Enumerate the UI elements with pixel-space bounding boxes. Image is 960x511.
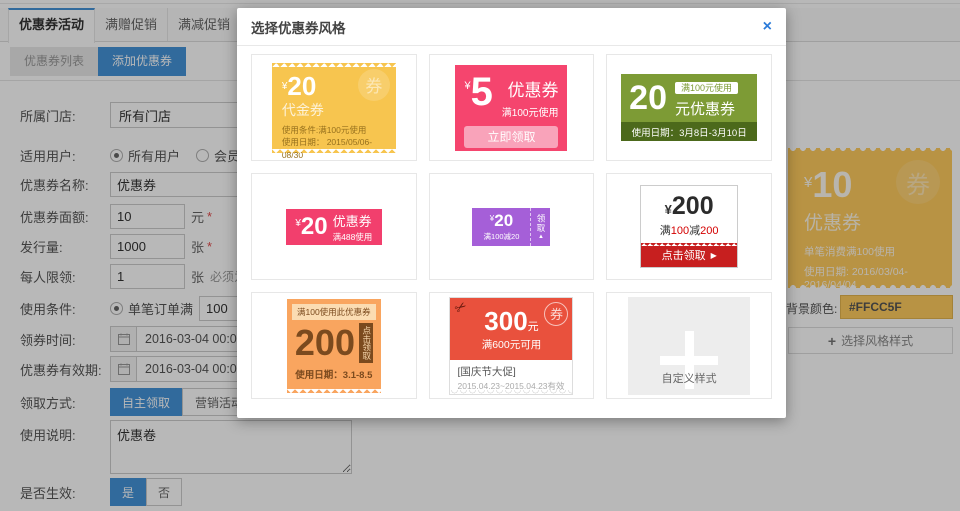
promo-tag: [国庆节大促] <box>457 364 565 379</box>
coupon-condition: 满488使用 <box>333 231 373 243</box>
coupon-style-modal: 选择优惠券风格 × ¥20 代金券 使用条件:满100元使用 使用日期： 201… <box>237 8 786 418</box>
coupon-condition: 满100使用此优惠券 <box>292 304 376 320</box>
modal-header: 选择优惠券风格 × <box>237 8 786 46</box>
coupon-type-label: 优惠券 <box>333 211 373 230</box>
coupon-style-cell-1[interactable]: ¥20 代金券 使用条件:满100元使用 使用日期： 2015/05/06-08… <box>251 54 417 161</box>
coupon-style-cell-7[interactable]: 满100使用此优惠券 200 点击领取 使用日期：3.1-8.5 <box>251 292 417 399</box>
coupon-info: [国庆节大促] 2015.04.23~2015.04.23有效 <box>450 360 572 392</box>
coupon-white-red: ¥200 满100减200 点击领取 ▶ <box>640 185 738 268</box>
currency-symbol: ¥ <box>665 202 672 217</box>
click-claim-button[interactable]: 点击领取 ▶ <box>641 243 737 267</box>
amount-value: 5 <box>471 70 493 114</box>
coupon-body: 20 满100元使用 元优惠券 <box>621 74 757 122</box>
condition-number: 200 <box>700 225 718 237</box>
scallop-edge <box>450 390 572 395</box>
coupon-amount: ¥20 <box>295 213 327 241</box>
coupon-style-grid: ¥20 代金券 使用条件:满100元使用 使用日期： 2015/05/06-08… <box>237 46 786 407</box>
coupon-condition: 使用条件:满100元使用 <box>282 124 386 137</box>
coupon-info: 满100元使用 元优惠券 <box>675 78 738 119</box>
zigzag-edge <box>272 149 396 153</box>
coupon-condition: 满100减200 <box>641 222 737 238</box>
coupon-body: 200 点击领取 <box>292 323 376 363</box>
amount-value: 200 <box>295 325 355 361</box>
coupon-type-label: 代金券 <box>282 100 386 120</box>
amount-unit: 元 <box>528 321 539 333</box>
coupon-pink: ¥5 优惠券 满100元使用 立即领取 <box>455 65 567 151</box>
coupon-amount: ¥200 <box>641 186 737 221</box>
claim-tab[interactable]: 领取 ▲ <box>530 208 550 246</box>
coupon-amount: ¥20 <box>472 211 530 231</box>
custom-style-tile: 自定义样式 <box>628 297 750 395</box>
condition-number: 100 <box>671 225 689 237</box>
condition-text: 满 <box>660 225 671 237</box>
coupon-gold: ¥20 代金券 使用条件:满100元使用 使用日期： 2015/05/06-08… <box>272 63 396 153</box>
coupon-style-cell-2[interactable]: ¥5 优惠券 满100元使用 立即领取 <box>429 54 595 161</box>
coupon-watermark: 券 <box>358 69 390 101</box>
condition-text: 减 <box>689 225 700 237</box>
coupon-amount: ¥5 <box>464 73 492 119</box>
coupon-condition: 满100元使用 <box>675 82 738 94</box>
coupon-style-cell-9[interactable]: 自定义样式 <box>606 292 772 399</box>
coupon-condition: 满100元使用 <box>502 104 559 119</box>
coupon-type-label: 优惠券 <box>502 76 559 101</box>
zigzag-edge <box>272 63 396 67</box>
coupon-watermark: 券 <box>544 302 568 326</box>
coupon-orange: 满100使用此优惠券 200 点击领取 使用日期：3.1-8.5 <box>287 299 381 393</box>
zigzag-edge <box>641 243 737 246</box>
arrow-right-icon: ▶ <box>711 251 717 260</box>
amount-value: 200 <box>672 192 714 220</box>
coupon-body: ¥5 优惠券 满100元使用 <box>464 73 558 119</box>
coupon-date: 使用日期：3月8日-3月10日 <box>621 122 757 141</box>
coupon-type-label: 元优惠券 <box>675 98 738 119</box>
coupon-style-cell-4[interactable]: ¥20 优惠券 满488使用 <box>251 173 417 280</box>
amount-value: 20 <box>629 81 667 115</box>
coupon-info: 优惠券 满488使用 <box>333 211 373 243</box>
amount-value: 20 <box>301 213 328 240</box>
coupon-style-cell-8[interactable]: ✂ 券 300元 满600元可用 [国庆节大促] 2015.04.23~2015… <box>429 292 595 399</box>
amount-value: 20 <box>494 211 513 230</box>
coupon-style-cell-3[interactable]: 20 满100元使用 元优惠券 使用日期：3月8日-3月10日 <box>606 54 772 161</box>
coupon-style-cell-6[interactable]: ¥200 满100减200 点击领取 ▶ <box>606 173 772 280</box>
claim-label: 点击领取 <box>662 247 706 263</box>
coupon-date: 使用日期：3.1-8.5 <box>292 367 376 381</box>
close-icon[interactable]: × <box>763 19 772 35</box>
claim-now-button[interactable]: 立即领取 <box>464 126 558 148</box>
modal-title: 选择优惠券风格 <box>251 17 346 37</box>
coupon-red-ticket: ✂ 券 300元 满600元可用 [国庆节大促] 2015.04.23~2015… <box>449 297 573 395</box>
coupon-condition: 满600元可用 <box>450 337 572 352</box>
amount-value: 300 <box>484 306 527 336</box>
coupon-style-cell-5[interactable]: ¥20 满100减20 领取 ▲ <box>429 173 595 280</box>
coupon-info: 优惠券 满100元使用 <box>502 73 559 119</box>
arrow-up-icon: ▲ <box>538 234 544 240</box>
coupon-condition: 满100减20 <box>472 231 530 242</box>
claim-label: 领取 <box>535 214 547 233</box>
coupon-ribbon-pink: ¥20 优惠券 满488使用 <box>286 209 382 245</box>
coupon-body: ✂ 券 300元 满600元可用 <box>450 298 572 360</box>
amount-value: 20 <box>287 71 316 101</box>
custom-style-label: 自定义样式 <box>628 370 750 386</box>
coupon-green: 20 满100元使用 元优惠券 使用日期：3月8日-3月10日 <box>621 74 757 141</box>
zigzag-edge <box>287 389 381 393</box>
coupon-purple: ¥20 满100减20 领取 ▲ <box>472 208 550 246</box>
coupon-body: ¥20 满100减20 <box>472 208 530 246</box>
click-claim-button[interactable]: 点击领取 <box>359 323 373 363</box>
